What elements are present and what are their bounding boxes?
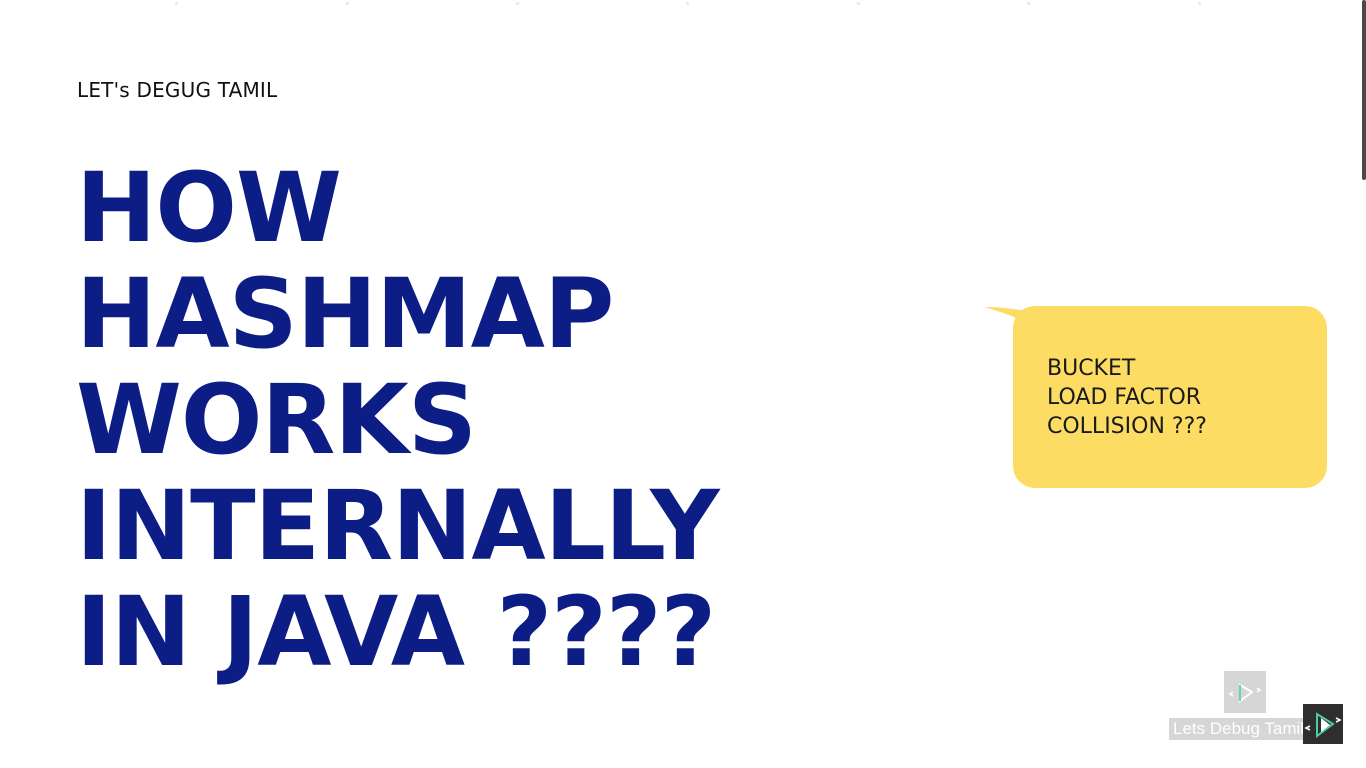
- watermark-logo: [1303, 704, 1343, 744]
- headline-line-4: INTERNALLY: [76, 470, 720, 582]
- headline-line-3: WORKS: [76, 364, 477, 476]
- bubble-line-2: LOAD FACTOR: [1047, 385, 1202, 410]
- bubble-line-3: COLLISION ???: [1047, 414, 1207, 439]
- slide-canvas: LET's DEGUG TAMIL HOW HASHMAP WORKS INTE…: [0, 0, 1366, 768]
- vertical-scrollbar[interactable]: [1362, 0, 1366, 180]
- brand-title: LET's DEGUG TAMIL: [77, 78, 278, 102]
- headline-line-2: HASHMAP: [76, 258, 614, 370]
- speech-bubble-text: BUCKET LOAD FACTOR COLLISION ???: [1047, 354, 1207, 441]
- headline: HOW HASHMAP WORKS INTERNALLY IN JAVA ???…: [76, 152, 720, 688]
- top-divider-dots: [0, 0, 1366, 6]
- headline-line-5: IN JAVA ????: [76, 576, 716, 688]
- watermark-label: Lets Debug Tamil: [1169, 718, 1309, 740]
- play-logo-icon: [1228, 683, 1262, 703]
- watermark-logo-small: [1224, 671, 1266, 713]
- play-logo-icon: [1304, 712, 1342, 738]
- bubble-line-1: BUCKET: [1047, 356, 1136, 381]
- headline-line-1: HOW: [76, 152, 342, 264]
